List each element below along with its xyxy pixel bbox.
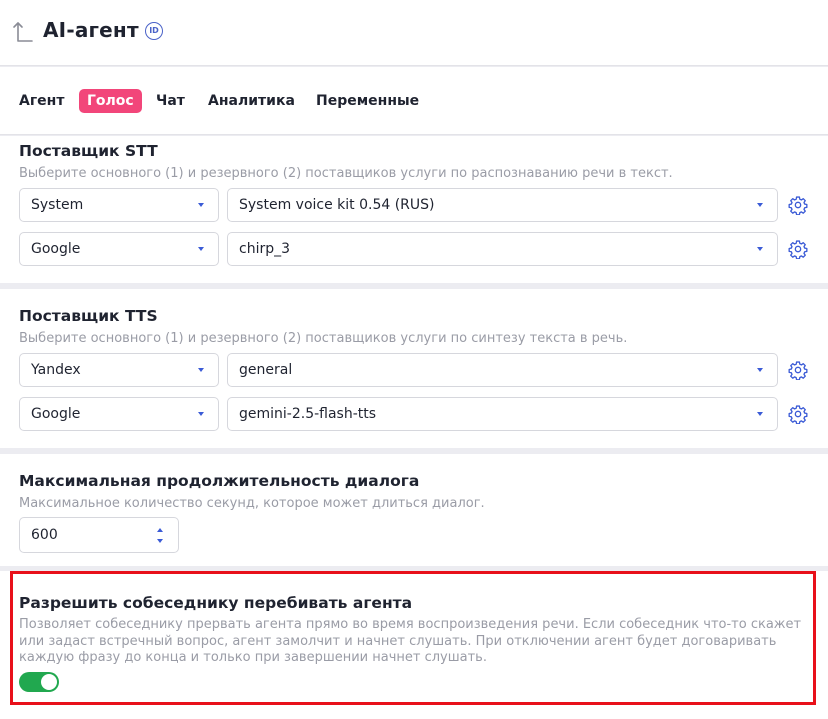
tts-description: Выберите основного (1) и резервного (2) … <box>19 331 628 346</box>
stt-primary-model-select[interactable]: System voice kit 0.54 (RUS) <box>227 188 778 222</box>
tts-backup-provider-select[interactable]: Google <box>19 397 219 431</box>
tts-primary-model-select[interactable]: general <box>227 353 778 387</box>
interrupt-title: Разрешить собеседнику перебивать агента <box>19 594 413 612</box>
chevron-down-icon <box>198 412 204 416</box>
page-title: AI-агент <box>43 18 139 42</box>
tabs-bar: Агент Голос Чат Аналитика Переменные <box>0 67 828 135</box>
tab-analytics[interactable]: Аналитика <box>208 89 295 113</box>
gear-icon[interactable] <box>788 360 808 380</box>
interrupt-toggle[interactable] <box>19 672 59 692</box>
duration-number-input[interactable]: 600 <box>19 517 179 553</box>
chevron-down-icon <box>198 247 204 251</box>
tab-chat[interactable]: Чат <box>156 89 185 113</box>
back-arrow-icon[interactable] <box>12 20 34 44</box>
duration-title: Максимальная продолжительность диалога <box>19 472 420 490</box>
stepper-down-icon[interactable] <box>157 539 163 543</box>
stt-description: Выберите основного (1) и резервного (2) … <box>19 166 673 181</box>
tts-section: Поставщик TTS Выберите основного (1) и р… <box>0 289 828 448</box>
page-header: AI-агент ID <box>0 0 828 66</box>
stt-backup-provider-select[interactable]: Google <box>19 232 219 266</box>
tts-title: Поставщик TTS <box>19 307 158 325</box>
tts-backup-model-select[interactable]: gemini-2.5-flash-tts <box>227 397 778 431</box>
id-badge-icon[interactable]: ID <box>145 22 163 40</box>
toggle-knob <box>41 674 57 690</box>
tts-primary-provider-select[interactable]: Yandex <box>19 353 219 387</box>
gear-icon[interactable] <box>788 239 808 259</box>
tab-voice[interactable]: Голос <box>79 89 142 113</box>
stt-primary-provider-select[interactable]: System <box>19 188 219 222</box>
chevron-down-icon <box>757 412 763 416</box>
stt-section: Поставщик STT Выберите основного (1) и р… <box>0 136 828 283</box>
stepper-up-icon[interactable] <box>157 528 163 532</box>
chevron-down-icon <box>198 368 204 372</box>
chevron-down-icon <box>757 368 763 372</box>
gear-icon[interactable] <box>788 195 808 215</box>
tab-agent[interactable]: Агент <box>19 89 64 113</box>
stt-backup-model-select[interactable]: chirp_3 <box>227 232 778 266</box>
chevron-down-icon <box>757 203 763 207</box>
stt-title: Поставщик STT <box>19 142 158 160</box>
tab-variables[interactable]: Переменные <box>316 89 419 113</box>
interrupt-description: Позволяет собеседнику прервать агента пр… <box>19 617 802 665</box>
duration-description: Максимальное количество секунд, которое … <box>19 496 485 511</box>
chevron-down-icon <box>757 247 763 251</box>
chevron-down-icon <box>198 203 204 207</box>
gear-icon[interactable] <box>788 404 808 424</box>
